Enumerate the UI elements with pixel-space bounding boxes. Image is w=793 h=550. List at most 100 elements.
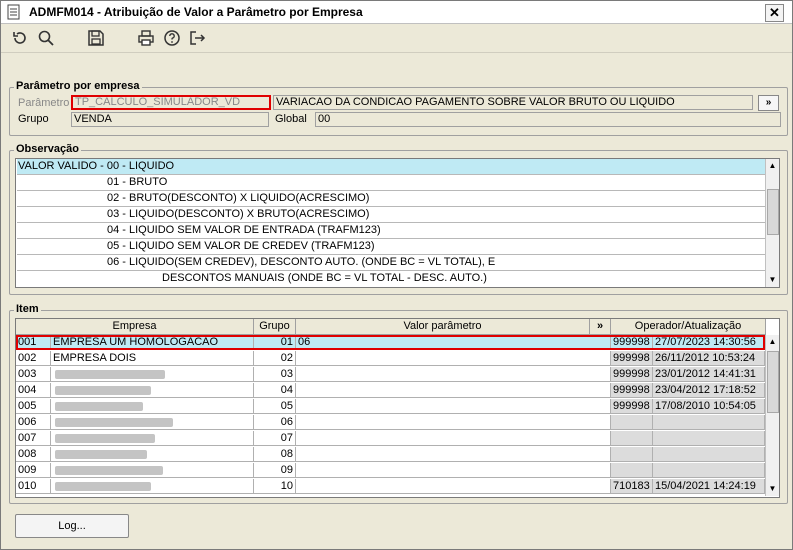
row-operador [611, 415, 653, 430]
row-atualizacao [653, 463, 765, 478]
group-label: Grupo [18, 113, 49, 125]
row-empresa [51, 367, 254, 382]
observation-line: VALOR VALIDO - 00 - LIQUIDO [17, 159, 766, 175]
param-group-title: Parâmetro por empresa [14, 80, 142, 92]
row-atualizacao: 23/01/2012 14:41:31 [653, 367, 765, 382]
row-empresa [51, 383, 254, 398]
redacted-text [55, 449, 147, 459]
row-operador: 710183 [611, 479, 653, 494]
row-grupo: 09 [254, 463, 296, 478]
observation-line: 04 - LIQUIDO SEM VALOR DE ENTRADA (TRAFM… [17, 223, 766, 239]
scroll-thumb[interactable] [767, 351, 779, 413]
param-code-field[interactable]: TP_CALCULO_SIMULADOR_VD [71, 95, 271, 110]
redacted-text [55, 401, 143, 411]
row-valor [296, 351, 611, 366]
column-more-button[interactable]: » [590, 319, 611, 335]
param-label: Parâmetro [18, 97, 70, 109]
row-atualizacao: 27/07/2023 14:30:56 [653, 335, 765, 350]
param-description-field: VARIACAO DA CONDICAO PAGAMENTO SOBRE VAL… [273, 95, 753, 110]
row-code: 010 [16, 479, 51, 494]
row-grupo: 08 [254, 447, 296, 462]
log-button[interactable]: Log... [15, 514, 129, 538]
observation-line: DESCONTOS MANUAIS (ONDE BC = VL TOTAL - … [162, 272, 487, 284]
row-code: 001 [16, 335, 51, 350]
observation-line: 01 - BRUTO [17, 175, 766, 191]
row-valor [296, 479, 611, 494]
row-operador [611, 431, 653, 446]
items-grid[interactable]: Empresa Grupo Valor parâmetro » Operador… [15, 318, 780, 498]
refresh-icon[interactable] [11, 29, 29, 47]
row-code: 003 [16, 367, 51, 382]
observation-text-area[interactable]: VALOR VALIDO - 00 - LIQUIDO 01 - BRUTO 0… [15, 158, 780, 288]
row-empresa: EMPRESA DOIS [51, 351, 254, 366]
global-label: Global [275, 113, 307, 125]
row-grupo: 03 [254, 367, 296, 382]
global-field: 00 [315, 112, 781, 127]
row-atualizacao [653, 447, 765, 462]
observation-scrollbar[interactable]: ▲ ▼ [765, 159, 779, 287]
column-header-empresa[interactable]: Empresa [16, 319, 254, 335]
row-atualizacao: 23/04/2012 17:18:52 [653, 383, 765, 398]
observation-line: 02 - BRUTO(DESCONTO) X LIQUIDO(ACRESCIMO… [17, 191, 766, 207]
row-operador: 999998 [611, 383, 653, 398]
redacted-text [55, 385, 151, 395]
param-lookup-button[interactable]: » [758, 95, 779, 111]
row-valor [296, 415, 611, 430]
item-group-title: Item [14, 303, 41, 315]
row-grupo: 02 [254, 351, 296, 366]
row-operador: 999998 [611, 399, 653, 414]
row-code: 004 [16, 383, 51, 398]
row-valor: 06 [296, 335, 611, 350]
observation-group-title: Observação [14, 143, 81, 155]
row-operador: 999998 [611, 367, 653, 382]
row-atualizacao: 26/11/2012 10:53:24 [653, 351, 765, 366]
save-icon[interactable] [87, 29, 105, 47]
row-valor [296, 383, 611, 398]
group-field: VENDA [71, 112, 269, 127]
toolbar [1, 24, 792, 53]
row-code: 002 [16, 351, 51, 366]
observation-line: 05 - LIQUIDO SEM VALOR DE CREDEV (TRAFM1… [17, 239, 766, 255]
row-valor [296, 431, 611, 446]
row-code: 008 [16, 447, 51, 462]
print-icon[interactable] [137, 29, 155, 47]
close-button[interactable]: ✕ [765, 4, 784, 22]
row-empresa [51, 415, 254, 430]
scroll-up-icon[interactable]: ▲ [766, 159, 779, 173]
main-window: ADMFM014 - Atribuição de Valor a Parâmet… [0, 0, 793, 550]
observation-line: 06 - LIQUIDO(SEM CREDEV), DESCONTO AUTO.… [17, 255, 766, 271]
row-operador: 999998 [611, 335, 653, 350]
row-valor [296, 463, 611, 478]
scroll-thumb[interactable] [767, 189, 779, 235]
scroll-up-icon[interactable]: ▲ [766, 335, 779, 349]
scroll-down-icon[interactable]: ▼ [766, 482, 779, 496]
scroll-down-icon[interactable]: ▼ [766, 273, 779, 287]
row-code: 005 [16, 399, 51, 414]
row-atualizacao: 17/08/2010 10:54:05 [653, 399, 765, 414]
row-grupo: 01 [254, 335, 296, 350]
row-atualizacao [653, 431, 765, 446]
row-empresa [51, 447, 254, 462]
row-empresa [51, 431, 254, 446]
row-grupo: 06 [254, 415, 296, 430]
column-header-grupo[interactable]: Grupo [254, 319, 296, 335]
window-title: ADMFM014 - Atribuição de Valor a Parâmet… [29, 5, 363, 19]
row-grupo: 04 [254, 383, 296, 398]
row-valor [296, 447, 611, 462]
row-grupo: 10 [254, 479, 296, 494]
search-icon[interactable] [37, 29, 55, 47]
row-empresa [51, 479, 254, 494]
row-atualizacao: 15/04/2021 14:24:19 [653, 479, 765, 494]
row-grupo: 07 [254, 431, 296, 446]
row-operador [611, 463, 653, 478]
row-code: 009 [16, 463, 51, 478]
items-scrollbar[interactable]: ▲ ▼ [765, 335, 779, 496]
column-header-operador[interactable]: Operador/Atualização [611, 319, 766, 335]
exit-icon[interactable] [188, 29, 206, 47]
column-header-valor[interactable]: Valor parâmetro [296, 319, 590, 335]
redacted-text [55, 417, 173, 427]
row-valor [296, 399, 611, 414]
redacted-text [55, 481, 151, 491]
redacted-text [55, 433, 155, 443]
help-icon[interactable] [163, 29, 181, 47]
